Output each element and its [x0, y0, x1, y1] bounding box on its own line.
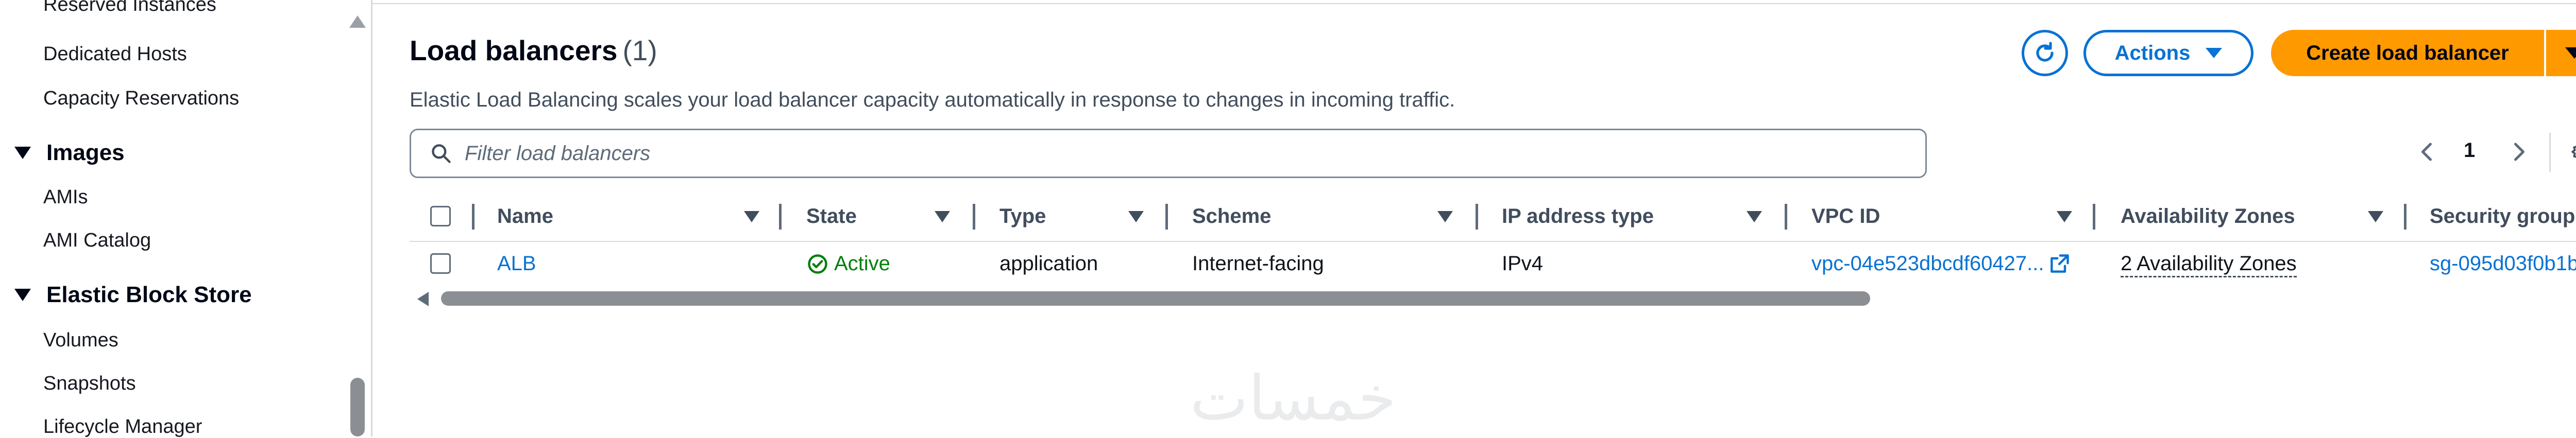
availability-zones-cell[interactable]: 2 Availability Zones: [2121, 252, 2297, 277]
scheme-cell: Internet-facing: [1192, 252, 1324, 275]
column-divider[interactable]: [472, 204, 474, 230]
refresh-icon: [2036, 42, 2054, 62]
sidebar-section-label: Elastic Block Store: [46, 282, 252, 307]
column-divider[interactable]: [2093, 204, 2095, 230]
column-header-type[interactable]: Type: [999, 205, 1046, 228]
sidebar-section-elastic-block-store[interactable]: Elastic Block Store: [14, 282, 252, 308]
sort-caret-icon[interactable]: [2368, 211, 2383, 222]
page-title-text: Load balancers: [410, 34, 618, 66]
sidebar-item-capacity-reservations[interactable]: Capacity Reservations: [43, 87, 239, 110]
column-header-name[interactable]: Name: [497, 205, 553, 228]
page-description: Elastic Load Balancing scales your load …: [410, 89, 1455, 111]
page-title: Load balancers (1): [410, 34, 657, 67]
load-balancer-name-link[interactable]: ALB: [497, 252, 536, 275]
actions-button[interactable]: Actions: [2083, 30, 2253, 76]
state-cell: Active: [806, 252, 890, 275]
sidebar-item-reserved-instances[interactable]: Reserved Instances: [43, 0, 216, 16]
sidebar-item-lifecycle-manager[interactable]: Lifecycle Manager: [43, 416, 202, 438]
sort-caret-icon[interactable]: [744, 211, 759, 222]
watermark: خمسات: [1190, 363, 1397, 434]
column-header-scheme[interactable]: Scheme: [1192, 205, 1271, 228]
row-checkbox[interactable]: [430, 253, 451, 274]
sidebar: Reserved Instances Dedicated Hosts Capac…: [0, 0, 372, 438]
previous-page-button[interactable]: [2416, 136, 2437, 167]
item-count: (1): [622, 34, 657, 66]
column-header-availability-zones[interactable]: Availability Zones: [2121, 205, 2295, 228]
sidebar-scrollbar[interactable]: [347, 15, 368, 436]
external-link-icon: [2050, 254, 2070, 273]
table-header-divider: [410, 241, 2576, 242]
chevron-left-icon: [2421, 143, 2432, 161]
state-text: Active: [834, 252, 890, 275]
scroll-left-arrow-icon[interactable]: [417, 292, 429, 306]
refresh-button[interactable]: [2022, 30, 2068, 76]
create-label: Create load balancer: [2306, 41, 2509, 64]
sort-caret-icon[interactable]: [2057, 211, 2072, 222]
next-page-button[interactable]: [2509, 136, 2530, 167]
vpc-id-link[interactable]: vpc-04e523dbcdf60427...: [1811, 252, 2071, 275]
caret-down-icon: [14, 147, 31, 159]
sort-caret-icon[interactable]: [1437, 211, 1453, 222]
create-options-dropdown-button[interactable]: [2546, 30, 2576, 76]
sidebar-item-dedicated-hosts[interactable]: Dedicated Hosts: [43, 43, 187, 65]
search-field[interactable]: [410, 129, 1927, 178]
chevron-right-icon: [2514, 143, 2524, 161]
divider: [2549, 133, 2551, 172]
preferences-button[interactable]: [2568, 136, 2576, 167]
sidebar-section-label: Images: [46, 140, 125, 165]
scrollbar-thumb[interactable]: [350, 378, 365, 436]
caret-down-icon: [2565, 47, 2576, 59]
sidebar-section-images[interactable]: Images: [14, 140, 125, 166]
actions-label: Actions: [2114, 41, 2191, 64]
ip-address-type-cell: IPv4: [1502, 252, 1544, 275]
search-icon: [432, 144, 451, 163]
availability-zones-popover-trigger[interactable]: 2 Availability Zones: [2121, 252, 2297, 277]
create-load-balancer-button[interactable]: Create load balancer: [2271, 30, 2544, 76]
horizontal-scrollbar-thumb[interactable]: [441, 291, 1870, 306]
select-all-checkbox[interactable]: [430, 206, 451, 226]
sidebar-item-ami-catalog[interactable]: AMI Catalog: [43, 230, 151, 252]
column-divider[interactable]: [2404, 204, 2406, 230]
sidebar-item-amis[interactable]: AMIs: [43, 186, 88, 208]
column-divider[interactable]: [1785, 204, 1787, 230]
security-group-link[interactable]: sg-095d03f0b1b0: [2430, 252, 2576, 275]
sidebar-item-volumes[interactable]: Volumes: [43, 329, 118, 352]
column-divider[interactable]: [973, 204, 975, 230]
type-cell: application: [999, 252, 1098, 275]
search-input[interactable]: [464, 141, 1857, 166]
sort-caret-icon[interactable]: [935, 211, 950, 222]
column-header-security-groups[interactable]: Security groups: [2430, 205, 2576, 228]
settings-icon: [2571, 146, 2576, 158]
sidebar-item-snapshots[interactable]: Snapshots: [43, 373, 136, 395]
caret-down-icon: [2206, 48, 2223, 58]
scroll-up-arrow-icon[interactable]: [349, 15, 366, 28]
column-header-ip-address-type[interactable]: IP address type: [1502, 205, 1654, 228]
caret-down-icon: [14, 289, 31, 301]
column-header-state[interactable]: State: [806, 205, 857, 228]
column-divider[interactable]: [779, 204, 782, 230]
column-divider[interactable]: [1165, 204, 1168, 230]
vpc-id-text: vpc-04e523dbcdf60427...: [1811, 252, 2044, 275]
sort-caret-icon[interactable]: [1747, 211, 1762, 222]
top-border: [0, 0, 2576, 4]
column-divider[interactable]: [1476, 204, 1478, 230]
column-header-vpc-id[interactable]: VPC ID: [1811, 205, 1880, 228]
check-circle-icon: [808, 254, 827, 274]
sort-caret-icon[interactable]: [1128, 211, 1144, 222]
page-number[interactable]: 1: [2464, 139, 2475, 162]
